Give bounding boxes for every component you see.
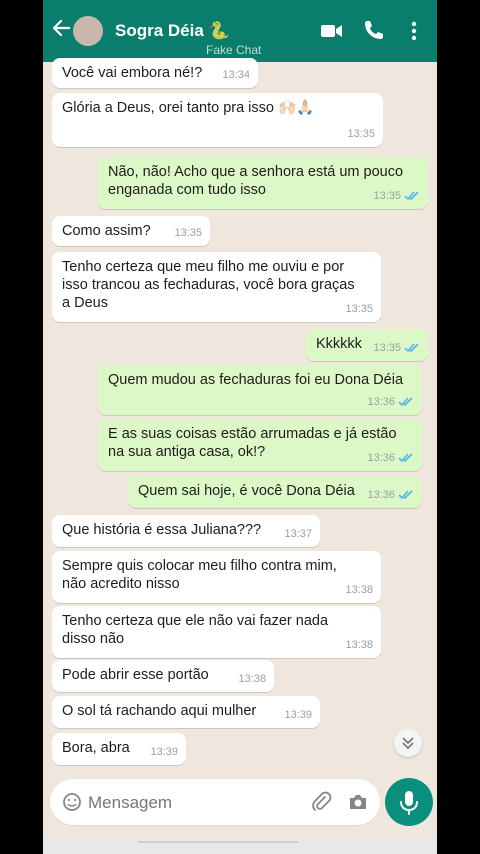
more-vert-icon[interactable] bbox=[407, 18, 421, 44]
double-chevron-down-icon bbox=[402, 737, 414, 750]
message-bubble[interactable]: Tenho certeza que meu filho me ouviu e p… bbox=[52, 252, 381, 322]
message-bubble[interactable]: Quem sai hoje, é você Dona Déia 13:36 bbox=[128, 476, 422, 508]
mic-button[interactable] bbox=[385, 778, 433, 826]
phone-icon[interactable] bbox=[362, 18, 386, 44]
message-text: Pode abrir esse portão bbox=[62, 667, 209, 683]
arrow-left-icon[interactable] bbox=[51, 18, 71, 44]
contact-name[interactable]: Sogra Déia 🐍 bbox=[115, 21, 230, 41]
message-bubble[interactable]: Bora, abra 13:39 bbox=[52, 733, 186, 765]
message-time: 13:36 bbox=[367, 393, 414, 411]
read-ticks-icon bbox=[404, 343, 419, 353]
message-text: Tenho certeza que meu filho me ouviu e p… bbox=[62, 259, 355, 311]
message-time: 13:35 bbox=[373, 187, 420, 205]
message-text: O sol tá rachando aqui mulher bbox=[62, 703, 257, 719]
message-bubble[interactable]: E as suas coisas estão arrumadas e já es… bbox=[98, 419, 422, 471]
chat-header: Sogra Déia 🐍 Fake Chat bbox=[43, 0, 437, 62]
scroll-down-button[interactable] bbox=[394, 729, 422, 757]
message-time: 13:34 bbox=[222, 69, 250, 81]
message-text: Você vai embora né!? bbox=[62, 65, 203, 81]
read-ticks-icon bbox=[398, 490, 413, 500]
message-bubble[interactable]: Não, não! Acho que a senhora está um pou… bbox=[98, 157, 428, 209]
message-bubble[interactable]: Tenho certeza que ele não vai fazer nada… bbox=[52, 606, 381, 658]
message-text: Glória a Deus, orei tanto pra isso 🙌🏻🙏🏻 bbox=[62, 100, 315, 116]
message-time: 13:35 bbox=[345, 303, 373, 315]
message-text: Que história é essa Juliana??? bbox=[62, 522, 262, 538]
attach-icon[interactable] bbox=[310, 791, 332, 818]
message-time: 13:35 bbox=[347, 128, 375, 140]
emoji-icon[interactable] bbox=[62, 792, 82, 817]
message-time: 13:38 bbox=[345, 584, 373, 596]
chat-screen: Sogra Déia 🐍 Fake Chat Você vai embora n… bbox=[43, 0, 437, 854]
message-time: 13:38 bbox=[238, 673, 266, 685]
message-bubble[interactable]: Pode abrir esse portão 13:38 bbox=[52, 660, 274, 692]
message-text: Kkkkkk bbox=[316, 336, 362, 352]
message-time: 13:38 bbox=[345, 639, 373, 651]
message-text: Tenho certeza que ele não vai fazer nada… bbox=[62, 613, 329, 647]
message-time: 13:39 bbox=[150, 746, 178, 758]
message-time: 13:39 bbox=[284, 709, 312, 721]
message-bubble[interactable]: Você vai embora né!? 13:34 bbox=[52, 58, 258, 88]
avatar[interactable] bbox=[73, 16, 103, 46]
message-input[interactable] bbox=[86, 789, 300, 817]
message-text: Sempre quis colocar meu filho contra mim… bbox=[62, 558, 337, 592]
message-text: Quem sai hoje, é você Dona Déia bbox=[138, 483, 355, 499]
camera-icon[interactable] bbox=[347, 791, 369, 818]
read-ticks-icon bbox=[404, 191, 419, 201]
read-ticks-icon bbox=[398, 397, 413, 407]
mic-icon bbox=[400, 791, 418, 815]
message-bubble[interactable]: Glória a Deus, orei tanto pra isso 🙌🏻🙏🏻 … bbox=[52, 93, 383, 147]
gesture-bar bbox=[43, 836, 437, 854]
message-bubble[interactable]: O sol tá rachando aqui mulher 13:39 bbox=[52, 696, 320, 728]
message-bubble[interactable]: Sempre quis colocar meu filho contra mim… bbox=[52, 551, 381, 603]
read-ticks-icon bbox=[398, 453, 413, 463]
message-bubble[interactable]: Quem mudou as fechaduras foi eu Dona Déi… bbox=[98, 365, 422, 415]
videocam-icon[interactable] bbox=[319, 18, 345, 44]
message-text: E as suas coisas estão arrumadas e já es… bbox=[108, 426, 397, 460]
message-bubble[interactable]: Como assim? 13:35 bbox=[52, 216, 210, 246]
message-bubble[interactable]: Que história é essa Juliana??? 13:37 bbox=[52, 515, 320, 547]
message-time: 13:35 bbox=[373, 339, 420, 357]
message-time: 13:37 bbox=[284, 528, 312, 540]
message-time: 13:36 bbox=[367, 486, 414, 504]
message-bubble[interactable]: Kkkkkk 13:35 bbox=[306, 329, 428, 361]
message-text: Quem mudou as fechaduras foi eu Dona Déi… bbox=[108, 372, 404, 388]
message-composer[interactable] bbox=[50, 779, 380, 825]
message-text: Não, não! Acho que a senhora está um pou… bbox=[108, 164, 404, 198]
message-text: Bora, abra bbox=[62, 740, 130, 756]
watermark-text: Fake Chat bbox=[206, 43, 262, 57]
gesture-handle bbox=[138, 841, 298, 843]
message-time: 13:36 bbox=[367, 449, 414, 467]
message-time: 13:35 bbox=[174, 227, 202, 239]
message-text: Como assim? bbox=[62, 223, 151, 239]
